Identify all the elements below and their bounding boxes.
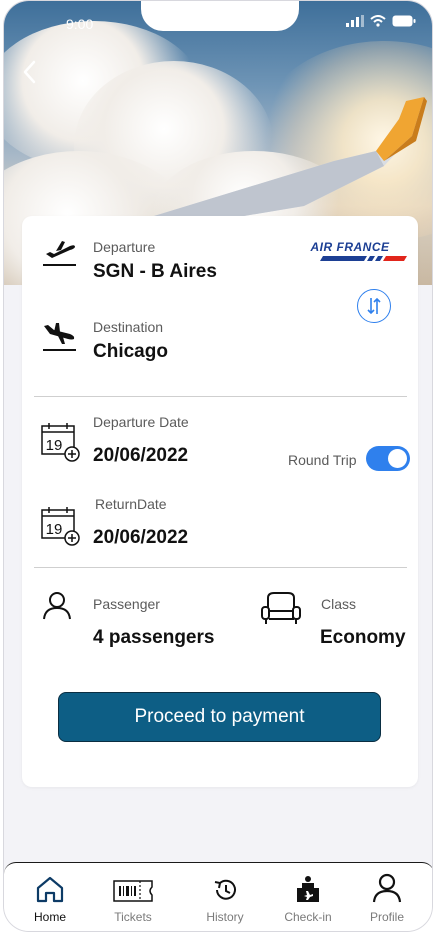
nav-label: Tickets [114,910,152,924]
nav-label: Profile [369,910,404,924]
battery-icon [392,15,416,27]
return-date-value[interactable]: 20/06/2022 [93,527,188,549]
departure-label: Departure [93,239,156,255]
nav-item-tickets[interactable]: Tickets [98,863,168,929]
phone-screen: 9:00 Departure SGN - B Aires AIR FRANCE [3,0,433,932]
divider [34,567,407,568]
landing-icon [43,323,76,351]
nav-item-profile[interactable]: Profile [352,863,422,929]
wifi-icon [370,15,386,27]
return-date-label: ReturnDate [95,496,167,512]
swap-arrows-icon [367,297,381,315]
nav-label: Home [33,910,66,924]
divider [34,396,407,397]
passenger-label: Passenger [93,596,160,612]
swap-button[interactable] [357,289,391,323]
destination-label: Destination [93,319,164,335]
nav-label: Check-in [284,910,332,924]
ticket-icon [113,880,153,902]
air-france-logo: AIR FRANCE [310,241,407,261]
calendar-add-icon: 19 [41,507,80,546]
nav-item-home[interactable]: Home [15,863,85,929]
toggle-knob [388,449,407,468]
class-label: Class [321,596,357,612]
seat-icon [261,592,301,624]
calendar-add-icon: 19 [41,423,80,462]
device-notch [141,1,299,31]
history-icon [214,879,236,900]
nav-item-check-in[interactable]: Check-in [273,863,343,929]
signal-icon [346,15,364,27]
departure-value[interactable]: SGN - B Aires [93,261,217,283]
svg-text:19: 19 [46,437,63,454]
status-time: 9:00 [66,16,94,32]
class-value[interactable]: Economy [320,627,406,649]
round-trip-toggle[interactable] [366,446,410,471]
person-icon [43,592,71,620]
svg-text:AIR FRANCE: AIR FRANCE [310,241,390,254]
nav-label: History [206,910,244,924]
home-icon [36,876,64,903]
bottom-nav: Home Tickets History Check-in Profile [4,862,432,931]
destination-value[interactable]: Chicago [93,341,168,363]
takeoff-icon [43,241,76,266]
departure-date-label: Departure Date [93,414,189,430]
departure-date-value[interactable]: 20/06/2022 [93,445,188,467]
proceed-to-payment-button[interactable]: Proceed to payment [58,692,381,742]
nav-item-history[interactable]: History [190,863,260,929]
passenger-value[interactable]: 4 passengers [93,627,214,649]
svg-text:19: 19 [46,521,63,538]
round-trip-label: Round Trip [288,452,357,468]
status-icons [346,15,416,27]
profile-icon [372,873,402,903]
check-in-icon [297,876,319,902]
back-arrow-icon[interactable] [20,59,40,85]
booking-card: Departure SGN - B Aires AIR FRANCE Desti… [22,216,418,787]
